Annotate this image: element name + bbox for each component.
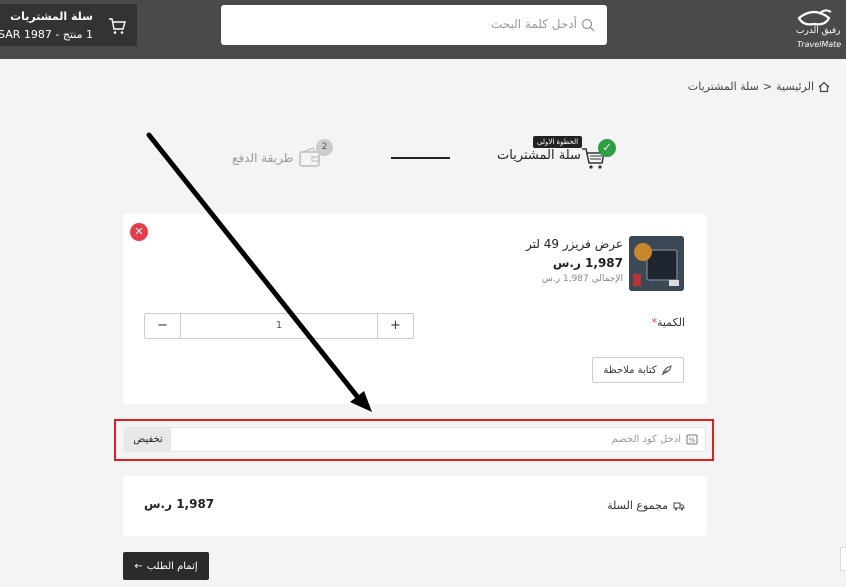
breadcrumb: الرئيسية > سلة المشتريات xyxy=(688,80,830,93)
breadcrumb-home[interactable]: الرئيسية xyxy=(776,80,814,93)
home-icon xyxy=(818,81,830,92)
apply-coupon-button[interactable]: تخفيض xyxy=(125,428,171,451)
arrow-left-icon: ← xyxy=(134,560,143,572)
search-input[interactable]: أدخل كلمة البحث xyxy=(491,17,577,31)
step1-label: سلة المشتريات xyxy=(497,148,581,163)
product-thumbnail[interactable] xyxy=(629,236,684,291)
feather-icon xyxy=(661,365,672,376)
quantity-decrease-button[interactable]: − xyxy=(145,314,181,338)
quantity-stepper: − 1 + xyxy=(144,313,414,339)
product-price: 1,987 ر.س xyxy=(552,256,623,270)
svg-text:%: % xyxy=(689,437,696,445)
cart-icon xyxy=(109,18,126,34)
step1-check-icon: ✓ xyxy=(598,139,616,157)
coupon-field: تخفيض % xyxy=(124,427,706,452)
product-total: الإجمالي 1,987 ر.س xyxy=(541,274,623,284)
cart-total-label-text: مجموع السلة xyxy=(607,499,668,512)
logo-text-ar: رفيق الدرب xyxy=(796,26,841,36)
cart-total-label: مجموع السلة xyxy=(607,499,685,512)
quantity-input[interactable]: 1 xyxy=(181,314,377,338)
side-widget-tab[interactable] xyxy=(840,547,846,571)
coupon-input[interactable] xyxy=(171,428,685,451)
remove-item-button[interactable]: ✕ xyxy=(130,223,148,241)
truck-icon xyxy=(673,502,685,510)
header-cart-button[interactable]: سلة المشتريات 1 منتج - SAR 1987 xyxy=(0,4,137,46)
step2-number: 2 xyxy=(316,139,333,156)
breadcrumb-current: سلة المشتريات xyxy=(687,80,759,93)
search-icon xyxy=(581,18,595,32)
checkout-button[interactable]: إتمام الطلب ← xyxy=(123,552,209,580)
quantity-label-text: الكمية xyxy=(656,316,685,329)
step-connector xyxy=(391,157,450,159)
product-name[interactable]: عرض فريزر 49 لتر xyxy=(526,237,623,251)
step1-badge: الخطوة الاولى xyxy=(533,136,583,148)
cart-summary: 1 منتج - SAR 1987 xyxy=(0,28,93,41)
logo-text-en: TravelMate xyxy=(797,40,842,49)
step2-label: طريقة الدفع xyxy=(232,151,294,165)
cart-title: سلة المشتريات xyxy=(10,10,93,23)
coupon-icon: % xyxy=(686,434,698,445)
write-note-label: كتابة ملاحظة xyxy=(603,364,657,376)
write-note-button[interactable]: كتابة ملاحظة xyxy=(592,357,684,383)
quantity-label: الكمية* xyxy=(651,316,685,329)
search-bar[interactable]: أدخل كلمة البحث xyxy=(221,5,607,45)
top-header: رفيق الدرب TravelMate أدخل كلمة البحث سل… xyxy=(0,0,846,59)
cart-total-value: 1,987 ر.س xyxy=(144,497,215,511)
breadcrumb-separator: > xyxy=(762,80,773,93)
checkout-label: إتمام الطلب xyxy=(146,560,198,572)
product-image xyxy=(629,236,684,291)
quantity-increase-button[interactable]: + xyxy=(377,314,413,338)
